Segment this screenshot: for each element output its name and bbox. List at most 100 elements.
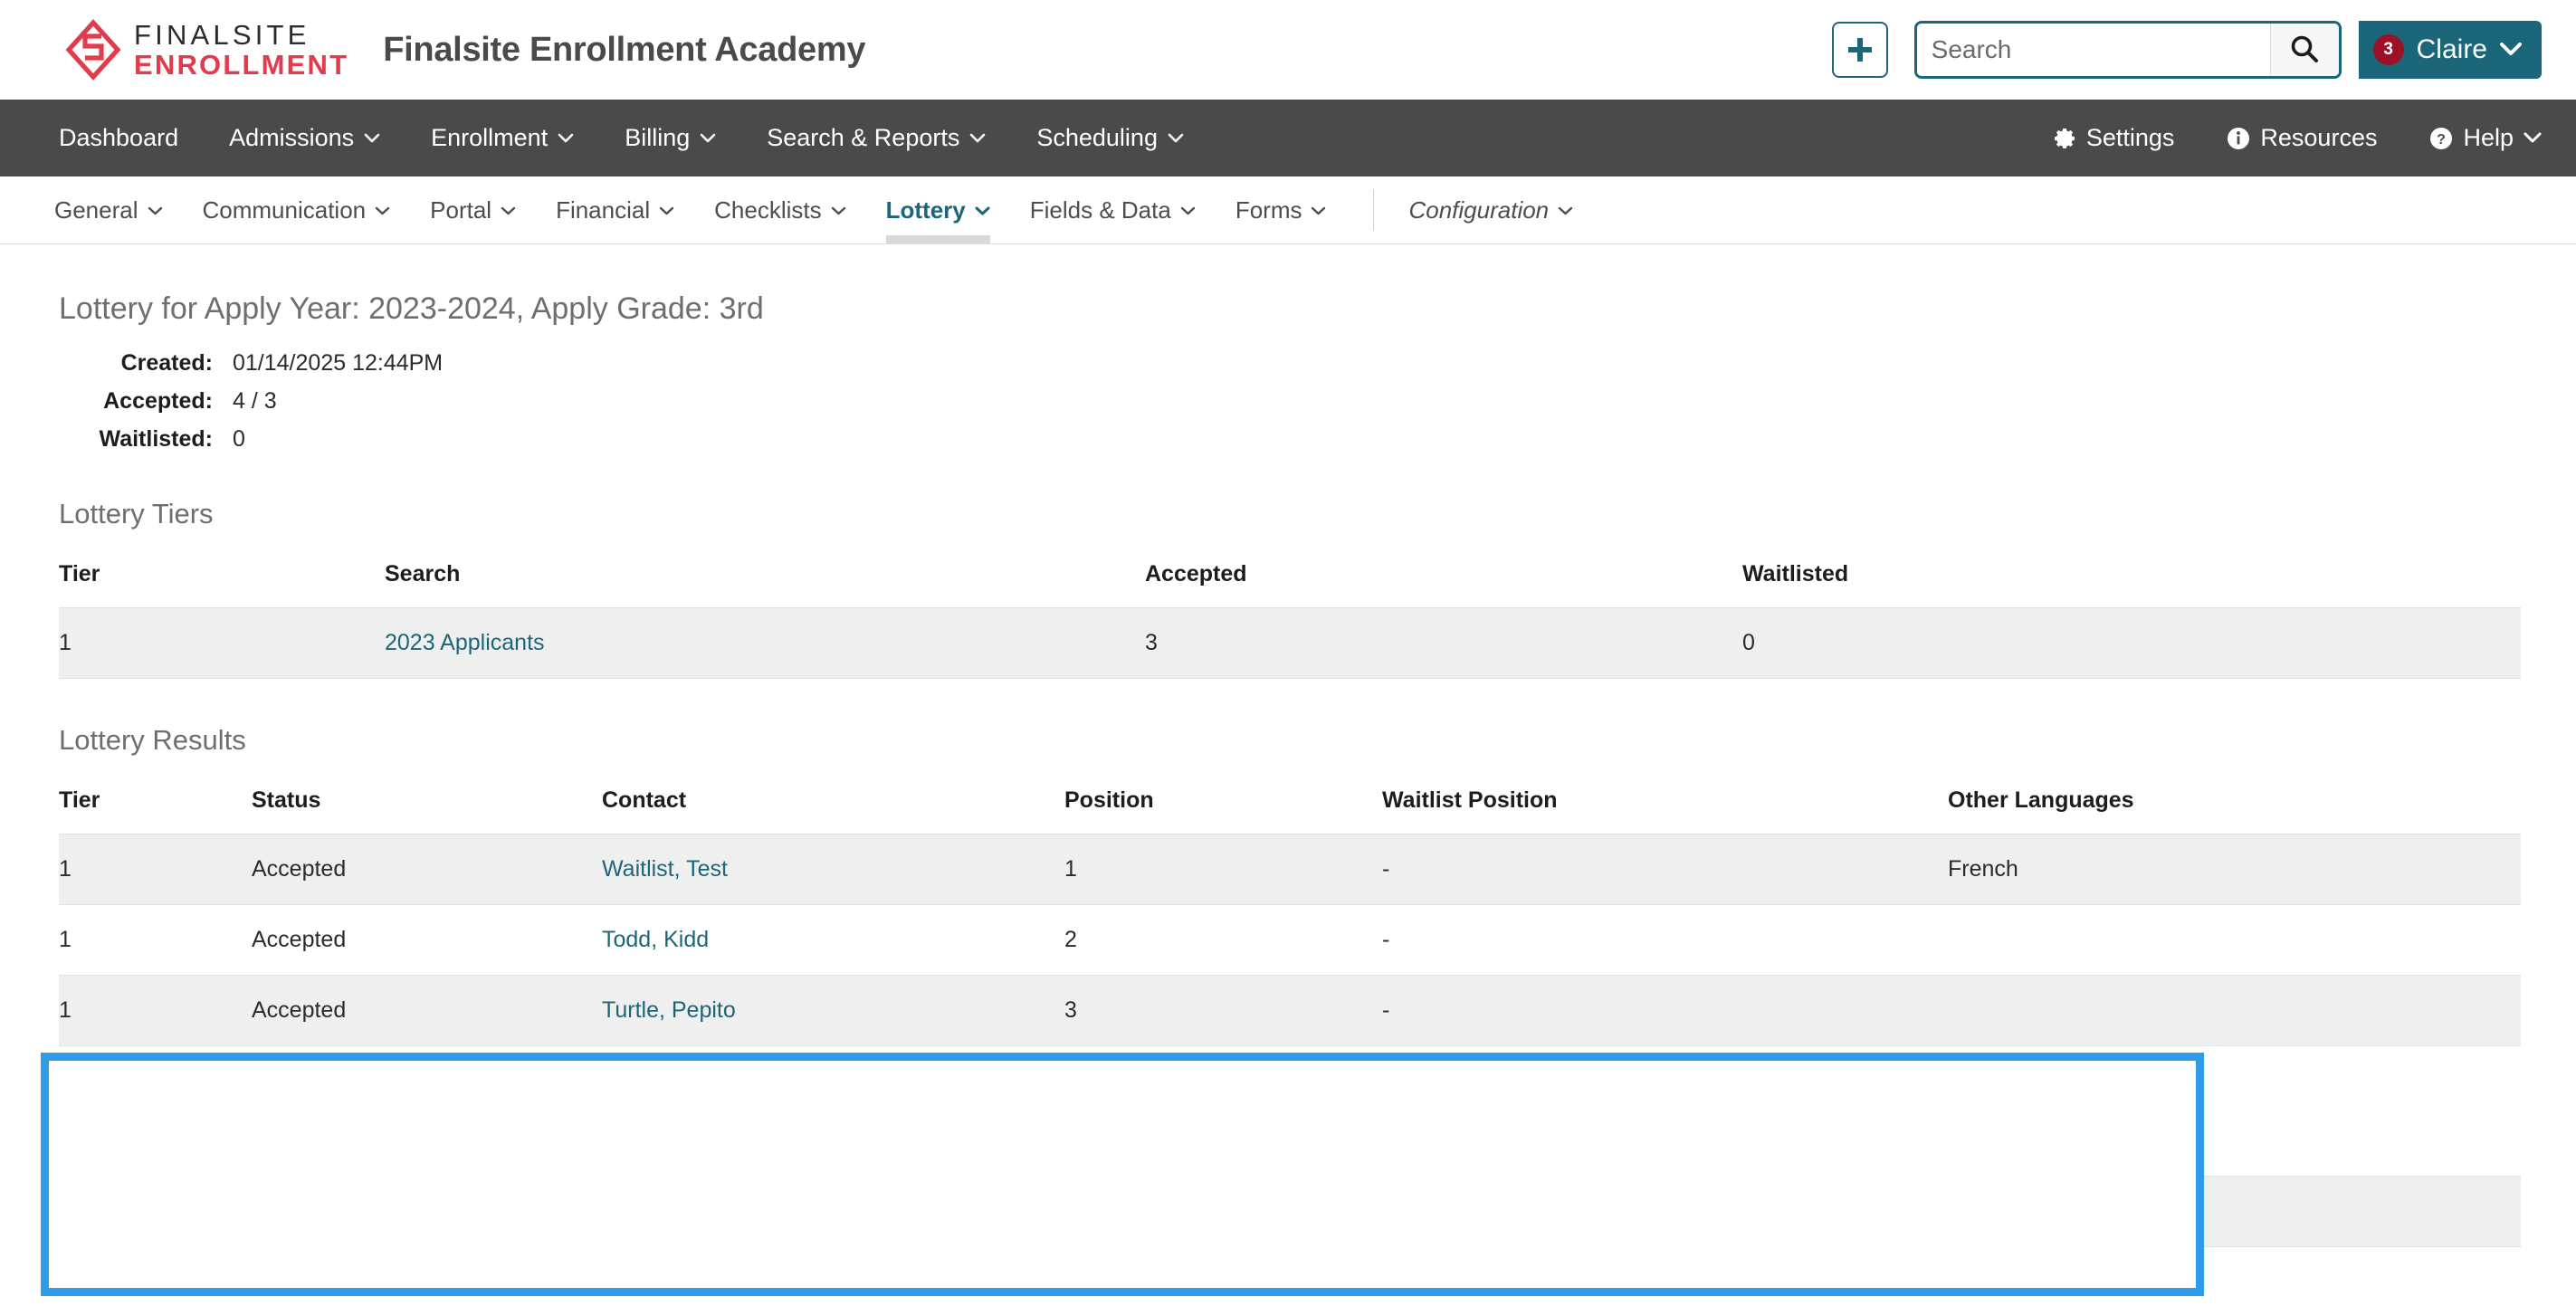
- summary-value: 4 / 3: [233, 388, 277, 414]
- app-page: FINALSITE ENROLLMENT Finalsite Enrollmen…: [0, 0, 2576, 1316]
- page-title: Lottery for Apply Year: 2023-2024, Apply…: [59, 291, 764, 326]
- cell-tier: 1: [59, 975, 252, 1046]
- cell-waitlist-position: -: [1382, 834, 1948, 905]
- cell-tier: 1: [59, 607, 385, 679]
- chevron-down-icon: [1168, 129, 1184, 147]
- column-header-waitlisted: Waitlisted: [1742, 561, 2521, 608]
- site-title: Finalsite Enrollment Academy: [383, 30, 866, 69]
- cell-waitlisted: 0: [1742, 607, 2521, 679]
- header-actions: 3 Claire: [1831, 21, 2542, 79]
- main-navigation: Dashboard Admissions Enrollment Billing …: [0, 100, 2576, 176]
- tab-label: General: [54, 195, 138, 224]
- search-box: [1913, 21, 2342, 79]
- brand-line-enrollment: ENROLLMENT: [134, 49, 349, 81]
- nav-item-scheduling[interactable]: Scheduling: [1036, 124, 1184, 152]
- tab-label: Lottery: [885, 195, 966, 224]
- cell-status: Accepted: [252, 975, 602, 1046]
- search-button[interactable]: [2269, 24, 2339, 76]
- summary-label: Accepted:: [103, 388, 213, 414]
- user-menu[interactable]: 3 Claire: [2358, 21, 2542, 79]
- cell-search: 2023 Applicants: [385, 607, 1145, 679]
- table-header-row: Tier Status Contact Position Waitlist Po…: [59, 787, 2521, 834]
- chevron-down-icon: [1180, 202, 1196, 219]
- search-input[interactable]: [1916, 24, 2270, 76]
- chevron-down-icon: [969, 129, 986, 147]
- plus-icon: [1846, 35, 1875, 64]
- brand-wordmark: FINALSITE ENROLLMENT: [134, 21, 348, 79]
- chevron-down-icon: [1311, 202, 1326, 219]
- chevron-down-icon: [700, 129, 716, 147]
- tab-label: Forms: [1235, 195, 1302, 224]
- lottery-tiers-table: Tier Search Accepted Waitlisted 1 2023 A…: [59, 561, 2521, 679]
- chevron-down-icon: [501, 202, 516, 219]
- table-row: 1 Accepted Waitlist, Test 1 - French: [59, 834, 2521, 905]
- nav-item-search-and-reports[interactable]: Search & Reports: [767, 124, 986, 152]
- tab-lottery[interactable]: Lottery: [885, 176, 990, 243]
- tab-label: Portal: [430, 195, 492, 224]
- column-header-tier: Tier: [59, 787, 252, 834]
- nav-item-help[interactable]: ? Help: [2429, 124, 2542, 152]
- column-header-accepted: Accepted: [1145, 561, 1742, 608]
- contact-link[interactable]: Turtle, Pepito: [602, 997, 736, 1023]
- tab-fields-and-data[interactable]: Fields & Data: [1030, 176, 1196, 243]
- nav-item-label: Search & Reports: [767, 124, 960, 151]
- tab-label: Checklists: [714, 195, 822, 224]
- tab-portal[interactable]: Portal: [430, 176, 516, 243]
- chevron-down-icon: [558, 129, 574, 147]
- tab-label: Fields & Data: [1029, 195, 1171, 224]
- tab-configuration[interactable]: Configuration: [1408, 176, 1573, 243]
- gear-icon: [2053, 127, 2076, 150]
- nav-item-resources[interactable]: Resources: [2227, 124, 2377, 152]
- tab-label: Financial: [556, 195, 651, 224]
- table-row: 1 Accepted Turtle, Pepito 3 -: [59, 975, 2521, 1046]
- cell-other-languages: [1948, 975, 2521, 1046]
- contact-link[interactable]: Waitlist, Test: [602, 856, 728, 882]
- lottery-results-table: Tier Status Contact Position Waitlist Po…: [59, 787, 2521, 1046]
- summary-label: Waitlisted:: [99, 426, 213, 452]
- nav-item-dashboard[interactable]: Dashboard: [59, 124, 178, 152]
- sub-navigation: General Communication Portal Financial C…: [0, 176, 2576, 244]
- chevron-down-icon: [2500, 40, 2522, 60]
- brand-line-finalsite: FINALSITE: [134, 19, 310, 51]
- nav-item-label: Help: [2463, 124, 2514, 151]
- nav-item-label: Resources: [2260, 124, 2378, 151]
- column-header-contact: Contact: [602, 787, 1064, 834]
- cell-waitlist-position: -: [1382, 975, 1948, 1046]
- info-circle-icon: [2227, 127, 2250, 150]
- tab-financial[interactable]: Financial: [556, 176, 674, 243]
- tab-label: Configuration: [1408, 195, 1550, 224]
- nav-item-label: Admissions: [229, 124, 355, 151]
- nav-item-admissions[interactable]: Admissions: [229, 124, 380, 152]
- summary-row-created: Created: 01/14/2025 12:44PM: [59, 350, 2576, 377]
- cell-position: 2: [1064, 904, 1382, 976]
- svg-text:?: ?: [2438, 132, 2447, 148]
- nav-item-label: Scheduling: [1036, 124, 1158, 151]
- nav-item-billing[interactable]: Billing: [625, 124, 716, 152]
- cell-contact: Waitlist, Test: [602, 834, 1064, 905]
- brand-logo[interactable]: FINALSITE ENROLLMENT: [65, 19, 348, 81]
- tab-forms[interactable]: Forms: [1236, 176, 1327, 243]
- chevron-down-icon: [2524, 129, 2542, 147]
- notification-badge: 3: [2372, 34, 2404, 65]
- finalsite-diamond-logo-icon: [65, 19, 121, 81]
- chevron-down-icon: [148, 202, 163, 219]
- contact-link[interactable]: Todd, Kidd: [602, 927, 709, 952]
- tab-communication[interactable]: Communication: [203, 176, 391, 243]
- search-icon: [2289, 33, 2320, 67]
- tab-general[interactable]: General: [54, 176, 163, 243]
- chevron-down-icon: [1558, 202, 1573, 219]
- chevron-down-icon: [975, 202, 990, 219]
- tab-checklists[interactable]: Checklists: [714, 176, 845, 243]
- column-header-position: Position: [1064, 787, 1382, 834]
- nav-item-label: Billing: [625, 124, 691, 151]
- tab-label: Communication: [202, 195, 367, 224]
- summary-row-accepted: Accepted: 4 / 3: [59, 388, 2576, 415]
- add-button[interactable]: [1831, 22, 1888, 78]
- nav-item-label: Settings: [2085, 124, 2175, 151]
- chevron-down-icon: [364, 129, 380, 147]
- cell-other-languages: [1948, 904, 2521, 976]
- column-header-waitlist-position: Waitlist Position: [1382, 787, 1948, 834]
- nav-item-settings[interactable]: Settings: [2053, 124, 2175, 152]
- nav-item-enrollment[interactable]: Enrollment: [431, 124, 574, 152]
- search-link[interactable]: 2023 Applicants: [385, 630, 545, 655]
